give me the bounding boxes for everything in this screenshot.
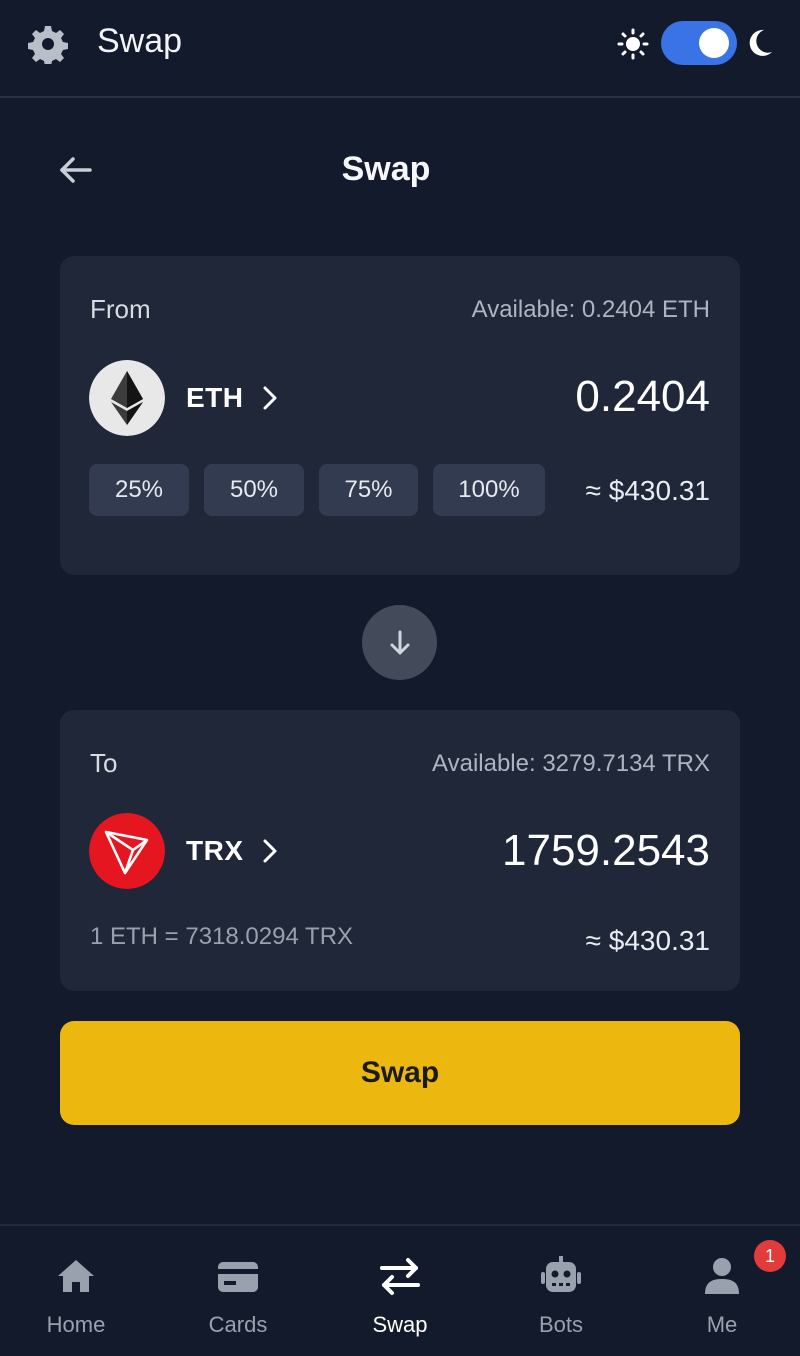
nav-me-label: Me [706,1312,738,1337]
nav-home[interactable]: Home [0,1226,156,1356]
toggle-knob [699,28,729,58]
percent-50-button[interactable]: 50% [204,464,304,516]
top-bar: Swap [0,0,800,98]
nav-cards-label: Cards [208,1312,268,1337]
percent-25-button[interactable]: 25% [89,464,189,516]
from-usd-value: ≈ $430.31 [585,475,710,506]
to-amount-value: 1759.2543 [502,826,710,875]
exchange-rate: 1 ETH = 7318.0294 TRX [90,923,354,950]
page-title: Swap [341,150,431,188]
chevron-right-icon[interactable] [260,384,280,412]
arrow-down-icon [390,630,410,655]
nav-home-label: Home [46,1312,106,1337]
percent-100-button[interactable]: 100% [433,464,545,516]
notification-badge: 1 [754,1240,786,1272]
bottom-nav: Home Cards Swap Bots Me [0,1224,800,1356]
from-label: From [90,294,151,324]
nav-bots-label: Bots [538,1312,584,1337]
swap-arrows-icon [380,1258,420,1295]
nav-swap-label: Swap [372,1312,428,1337]
app-title: Swap [97,22,183,60]
from-coin-selector[interactable]: ETH [186,382,244,414]
from-available: Available: 0.2404 ETH [471,296,710,323]
user-icon [705,1258,739,1294]
nav-cards[interactable]: Cards [158,1226,318,1356]
sun-icon [617,28,649,60]
eth-coin-icon [89,360,165,436]
to-usd-value: ≈ $430.31 [585,925,710,956]
home-icon [58,1260,94,1292]
gear-icon[interactable] [28,24,68,64]
card-icon [218,1262,258,1292]
theme-toggle[interactable] [661,21,737,65]
percent-75-button[interactable]: 75% [319,464,418,516]
to-label: To [90,748,118,778]
from-amount-input[interactable]: 0.2404 [575,372,710,422]
nav-swap[interactable]: Swap [320,1226,480,1356]
switch-direction-button[interactable] [362,605,437,680]
swap-button[interactable]: Swap [60,1021,740,1125]
to-available: Available: 3279.7134 TRX [432,750,710,777]
moon-icon [749,29,772,56]
chevron-right-icon[interactable] [260,837,280,865]
from-card: From Available: 0.2404 ETH ETH 0.2404 25… [60,256,740,575]
robot-icon [541,1256,581,1292]
to-coin-selector[interactable]: TRX [186,835,244,867]
trx-coin-icon [89,813,165,889]
to-card: To Available: 3279.7134 TRX TRX 1759.254… [60,710,740,991]
nav-bots[interactable]: Bots [481,1226,641,1356]
